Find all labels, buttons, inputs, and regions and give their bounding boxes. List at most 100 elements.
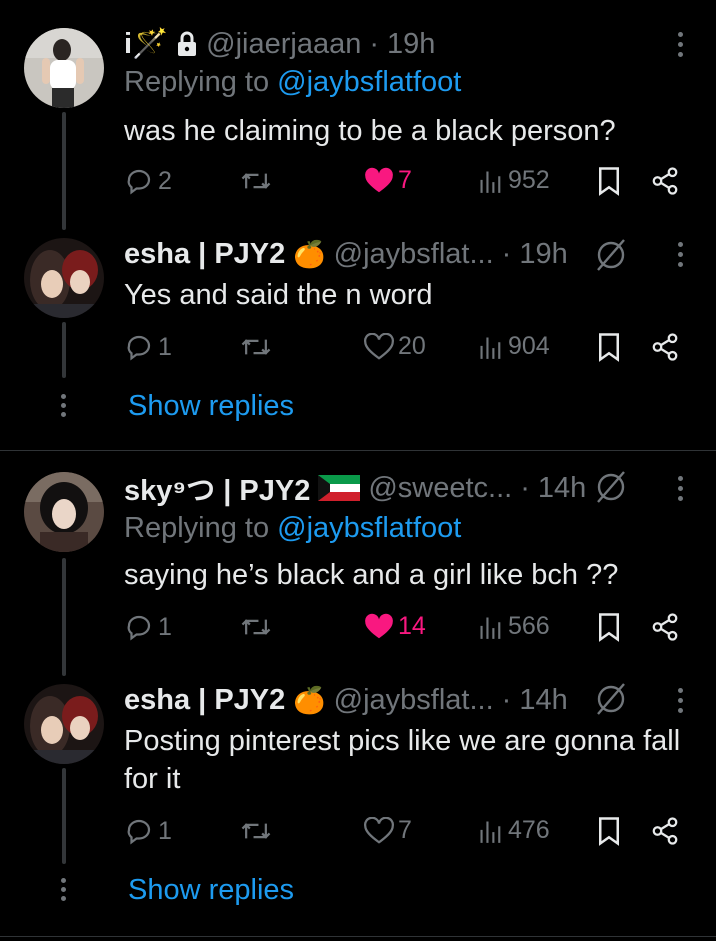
retweet-button[interactable] [240,166,272,196]
tweet-text: saying he’s black and a girl like bch ?? [124,559,619,591]
views-button[interactable]: 476 [478,816,550,845]
share-button[interactable] [650,332,680,362]
reply-count: 1 [158,332,172,361]
share-button[interactable] [650,166,680,196]
like-button[interactable]: 7 [364,166,412,195]
thread-line [62,112,66,230]
action-bar: 1 20 904 [124,332,694,366]
display-name[interactable]: sky⁹つ | PJY2 [124,467,310,509]
like-icon [365,613,393,638]
like-count: 20 [398,332,426,360]
more-icon[interactable] [672,32,688,62]
like-button[interactable]: 14 [364,612,426,641]
reply-button[interactable]: 1 [124,332,172,362]
views-icon [480,171,501,193]
replying-to-prefix: Replying to [124,66,270,98]
bookmark-button[interactable] [596,612,622,642]
timestamp[interactable]: 19h [387,28,435,61]
timestamp[interactable]: 14h [538,472,586,505]
more-icon[interactable] [672,688,688,718]
more-icon[interactable] [672,242,688,272]
views-icon [480,337,501,359]
more-icon[interactable] [672,476,688,506]
thread-line [62,768,66,864]
like-count: 14 [398,612,426,640]
separator-dot: · [501,237,512,270]
reply-button[interactable]: 1 [124,816,172,846]
avatar[interactable] [24,238,104,318]
reply-icon [127,169,151,195]
like-button[interactable]: 7 [364,816,412,845]
handle[interactable]: @jaybsflat... [334,684,494,717]
tweet-header: esha | PJY2 🍊 @jaybsflat... · 14h [124,682,576,718]
bookmark-button[interactable] [596,166,622,196]
reply-button[interactable]: 1 [124,612,172,642]
view-count: 476 [508,816,550,844]
views-button[interactable]: 904 [478,332,550,361]
reply-icon [127,819,151,845]
like-icon [364,332,394,360]
share-button[interactable] [650,612,680,642]
divider [0,450,716,451]
no-reply-icon [597,239,625,271]
tweet-header: sky⁹つ | PJY2 @sweetc... · 14h [124,467,594,509]
display-name[interactable]: esha | PJY2 [124,684,285,717]
retweet-button[interactable] [240,816,272,846]
avatar[interactable] [24,472,104,552]
thread-more-dots [60,394,66,421]
timestamp[interactable]: 19h [519,238,567,271]
orange-emoji: 🍊 [293,684,326,715]
kuwait-flag-icon [318,475,361,501]
retweet-icon [241,619,271,635]
replying-to: Replying to @jaybsflatfoot [124,512,461,545]
replying-to-link[interactable]: @jaybsflatfoot [277,512,461,544]
retweet-button[interactable] [240,612,272,642]
thread-line [62,558,66,676]
like-button[interactable]: 20 [364,332,426,361]
bookmark-button[interactable] [596,816,622,846]
like-icon [365,167,393,192]
share-icon [652,817,678,845]
retweet-icon [241,173,271,189]
handle[interactable]: @sweetc... [368,472,512,505]
action-bar: 2 7 952 [124,166,694,200]
handle[interactable]: @jiaerjaaan [206,28,361,61]
show-replies-link[interactable]: Show replies [128,874,294,907]
avatar[interactable] [24,28,104,108]
display-name[interactable]: i🪄 [124,27,168,61]
retweet-button[interactable] [240,332,272,362]
no-reply-icon [597,471,625,503]
reply-count: 2 [158,166,172,195]
replying-to-link[interactable]: @jaybsflatfoot [277,66,461,98]
tweet-text: was he claiming to be a black person? [124,115,616,147]
bookmark-button[interactable] [596,332,622,362]
thread-more-dots [60,878,66,905]
like-icon [364,816,394,844]
share-button[interactable] [650,816,680,846]
display-name[interactable]: esha | PJY2 [124,238,285,271]
like-count: 7 [398,166,412,194]
view-count: 566 [508,612,550,640]
orange-emoji: 🍊 [293,238,326,269]
views-icon [480,821,501,843]
view-count: 904 [508,332,550,360]
timestamp[interactable]: 14h [519,684,567,717]
handle[interactable]: @jaybsflat... [334,238,494,271]
share-icon [652,333,678,361]
reply-button[interactable]: 2 [124,166,172,196]
action-bar: 1 7 476 [124,816,694,850]
thread-line [62,322,66,378]
retweet-icon [241,823,271,839]
views-button[interactable]: 566 [478,612,550,641]
no-reply-icon [597,683,625,715]
bookmark-icon [599,817,619,846]
avatar[interactable] [24,684,104,764]
views-button[interactable]: 952 [478,166,550,195]
show-replies-link[interactable]: Show replies [128,390,294,423]
replying-to: Replying to @jaybsflatfoot [124,66,461,99]
separator-dot: · [520,471,530,504]
like-count: 7 [398,816,412,844]
lock-icon [178,31,197,56]
separator-dot: · [369,27,380,60]
reply-count: 1 [158,612,172,641]
